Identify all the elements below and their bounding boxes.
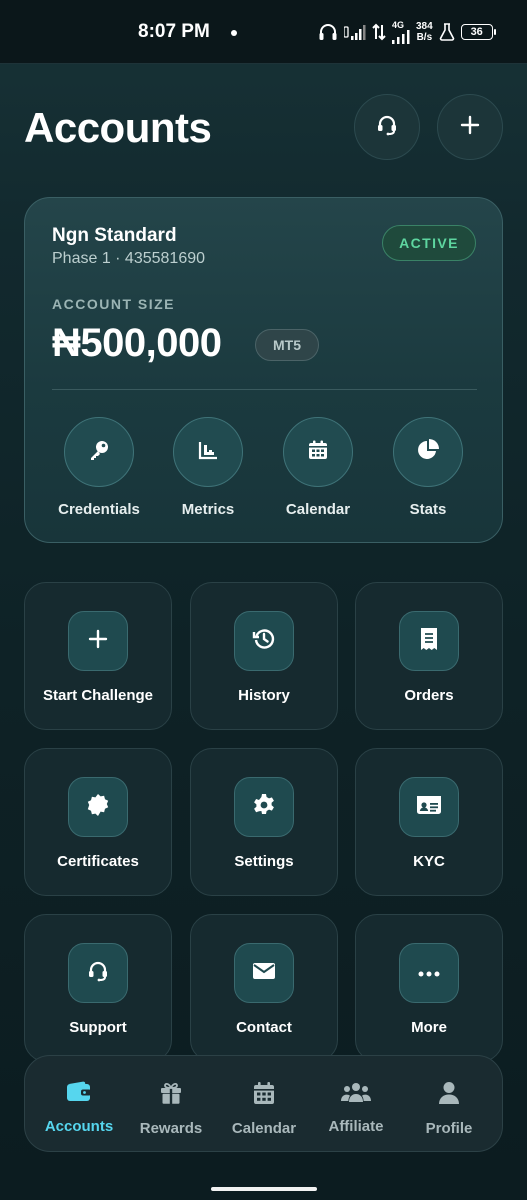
platform-badge: MT5 [255, 329, 319, 361]
plus-icon [87, 628, 109, 655]
bar-chart-icon [197, 439, 219, 466]
nav-label: Rewards [139, 1120, 203, 1137]
calendar-label: Calendar [285, 501, 351, 518]
stats-circle[interactable] [393, 417, 463, 487]
tile-icon-box [68, 611, 128, 671]
gear-icon [252, 793, 276, 822]
account-card[interactable]: Ngn Standard Phase 1 · 435581690 ACTIVE … [24, 197, 503, 543]
tile-icon-box [68, 777, 128, 837]
nav-profile[interactable]: Profile [403, 1081, 495, 1137]
battery-level: 36 [470, 26, 483, 38]
headphones-icon [318, 23, 338, 41]
app-screen: 8:07 PM 4G 384 B/s 36 Accounts Ngn Stand… [0, 0, 527, 1200]
wallet-icon [66, 1081, 92, 1108]
tile-label: Contact [236, 1019, 292, 1036]
tile-kyc[interactable]: KYC [355, 748, 503, 896]
plus-icon [459, 114, 481, 141]
signal-strength-icon [344, 23, 366, 41]
more-icon [418, 964, 440, 982]
calendar-button[interactable]: Calendar [268, 417, 368, 518]
add-account-button[interactable] [437, 94, 503, 160]
history-icon [252, 627, 276, 656]
tile-label: Orders [404, 687, 454, 704]
account-name: Ngn Standard [52, 225, 177, 246]
nav-calendar[interactable]: Calendar [218, 1081, 310, 1137]
calendar-circle[interactable] [283, 417, 353, 487]
tile-icon-box [399, 943, 459, 1003]
status-icons: 4G 384 B/s 36 [318, 18, 496, 46]
metrics-circle[interactable] [173, 417, 243, 487]
tile-icon-box [234, 943, 294, 1003]
tile-label: Support [69, 1019, 127, 1036]
tile-icon-box [399, 611, 459, 671]
tile-settings[interactable]: Settings [190, 748, 338, 896]
nav-affiliate[interactable]: Affiliate [310, 1081, 402, 1135]
gift-icon [159, 1081, 183, 1110]
stats-button[interactable]: Stats [378, 417, 478, 518]
tile-label: Certificates [57, 853, 139, 870]
tile-label: Settings [234, 853, 294, 870]
flask-icon [439, 23, 455, 41]
nav-accounts[interactable]: Accounts [33, 1081, 125, 1135]
envelope-icon [252, 961, 276, 986]
status-bar: 8:07 PM 4G 384 B/s 36 [0, 0, 527, 64]
home-indicator[interactable] [211, 1187, 317, 1191]
tile-orders[interactable]: Orders [355, 582, 503, 730]
tile-icon-box [68, 943, 128, 1003]
network-type-label: 4G [392, 19, 405, 30]
tile-history[interactable]: History [190, 582, 338, 730]
nav-label: Profile [425, 1120, 473, 1137]
account-size-value: ₦500,000 [52, 321, 222, 365]
tile-icon-box [234, 611, 294, 671]
page-title: Accounts [24, 104, 212, 151]
notification-dot-icon [231, 30, 237, 36]
tile-label: Start Challenge [42, 687, 154, 704]
certificate-icon [86, 793, 110, 822]
tile-more[interactable]: More [355, 914, 503, 1062]
account-size-label: ACCOUNT SIZE [52, 296, 175, 312]
receipt-icon [418, 627, 440, 656]
network-speed: 384 B/s [416, 21, 433, 43]
nav-label: Affiliate [328, 1118, 384, 1135]
data-transfer-icon [372, 23, 386, 41]
card-divider [52, 389, 477, 390]
tile-label: More [411, 1019, 447, 1036]
pie-chart-icon [416, 438, 440, 467]
tile-icon-box [399, 777, 459, 837]
status-time: 8:07 PM [138, 21, 210, 42]
metrics-button[interactable]: Metrics [158, 417, 258, 518]
battery-icon: 36 [460, 24, 496, 40]
credentials-label: Credentials [58, 501, 140, 518]
calendar-icon [253, 1081, 275, 1110]
bottom-nav: Accounts Rewards Calendar Affiliate Prof… [24, 1055, 503, 1152]
id-card-icon [416, 794, 442, 821]
nav-label: Accounts [44, 1118, 114, 1135]
tile-label: KYC [413, 853, 445, 870]
stats-label: Stats [409, 501, 447, 518]
network-speed-value: 384 [416, 21, 433, 32]
tile-contact[interactable]: Contact [190, 914, 338, 1062]
key-icon [87, 438, 111, 467]
metrics-label: Metrics [181, 501, 235, 518]
nav-label: Calendar [231, 1120, 297, 1137]
users-icon [341, 1081, 371, 1108]
credentials-button[interactable]: Credentials [49, 417, 149, 518]
network-4g-icon: 4G [392, 19, 410, 44]
user-icon [438, 1081, 460, 1110]
tile-start-challenge[interactable]: Start Challenge [24, 582, 172, 730]
nav-rewards[interactable]: Rewards [125, 1081, 217, 1137]
support-header-button[interactable] [354, 94, 420, 160]
network-speed-unit: B/s [416, 32, 433, 43]
headset-icon [375, 113, 399, 142]
credentials-circle[interactable] [64, 417, 134, 487]
tile-label: History [238, 687, 290, 704]
tile-support[interactable]: Support [24, 914, 172, 1062]
tile-icon-box [234, 777, 294, 837]
status-badge: ACTIVE [382, 225, 476, 261]
headset-icon [86, 959, 110, 988]
tile-certificates[interactable]: Certificates [24, 748, 172, 896]
account-subtitle: Phase 1 · 435581690 [52, 250, 206, 267]
calendar-icon [307, 439, 329, 466]
